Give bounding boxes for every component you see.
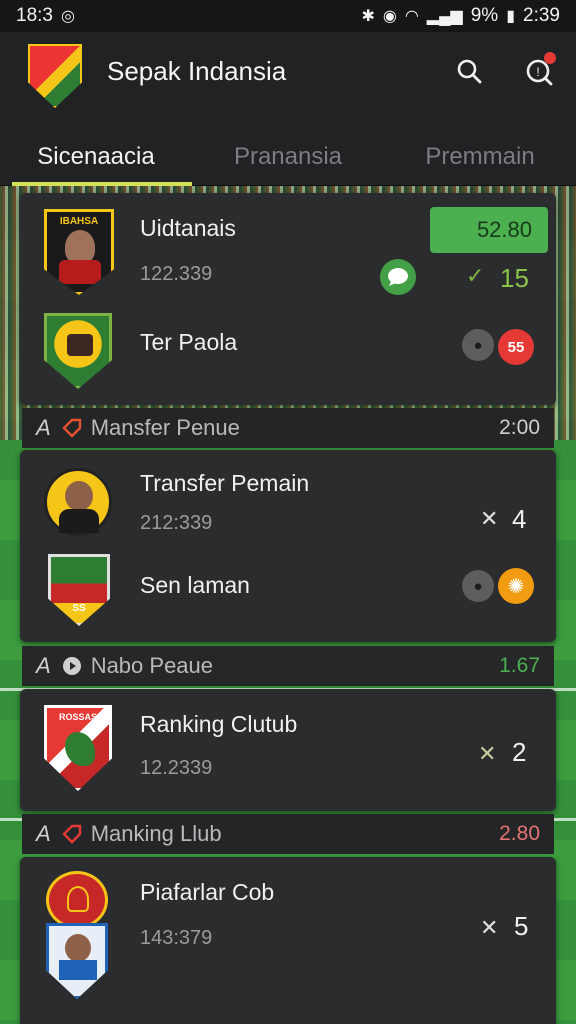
app-header: Sepak Indansia ! Sicenaacia Pranansia Pr… [0,32,576,186]
battery-icon: ▮ [506,8,516,25]
section-letter: A [36,821,51,846]
list-item[interactable]: Transfer Pemain 212:339 ✕ 4 [20,450,556,548]
club-crest [46,871,108,929]
player-shirt [59,509,99,533]
status-time-right: 2:39 [523,5,560,26]
list-item[interactable]: IBAHSA Uidtanais 122.339 52.80 ✓ 15 [20,193,556,303]
score-value: 5 [514,911,529,941]
club-name: Ranking Clutub [140,711,298,737]
club-crest: SS [48,554,110,626]
club-stat: 122.339 [140,263,213,285]
wifi-icon: ◠ [404,8,419,25]
versus-icon: ✕ [480,915,499,940]
section-value: 1.67 [499,654,540,677]
section-letter: A [36,415,51,440]
score-value: 2 [512,737,527,767]
score-value: 4 [512,504,527,534]
club-name: Sen laman [140,572,250,598]
tab-pranansia[interactable]: Pranansia [192,128,384,186]
section-title: Manking Llub [90,821,222,846]
transfer-card[interactable]: Transfer Pemain 212:339 ✕ 4 SS Sen laman… [20,450,556,642]
bluetooth-icon: ✱ [361,8,375,25]
section-title: Mansfer Penue [90,415,240,440]
list-item[interactable]: Ter Paola ● 55 [20,303,556,405]
odds-badge[interactable]: 52.80 [430,207,548,253]
status-time-left: 18:3 [16,5,53,26]
app-title: Sepak Indansia [107,56,287,86]
player-stat: 212:339 [140,512,213,534]
chat-icon[interactable] [380,259,416,295]
notification-icon[interactable]: ! [522,52,556,88]
crest-text: ROSSAS [58,712,97,722]
section-header[interactable]: A Manking Llub 2.80 [22,814,554,854]
points-badge: 55 [498,329,534,365]
tag-icon [61,823,83,845]
versus-icon: ✕ [478,741,497,766]
app-logo [28,44,82,108]
player-shirt [59,960,97,980]
app-notification-icon: ◎ [60,8,75,25]
player-avatar [44,468,112,536]
section-header[interactable]: A Nabo Peaue 1.67 [22,646,554,686]
ranking-card[interactable]: ROSSAS Ranking Clutub 12.2339 ✕ 2 [20,689,556,811]
crest-emblem [67,334,93,356]
score-value: 15 [500,263,529,293]
player-face [65,934,91,962]
player-shirt [59,260,101,284]
list-item[interactable]: SS Sen laman ● ✺ [20,548,556,642]
club-name: Uidtanais [140,215,236,241]
club-stat: 12.2339 [140,757,213,779]
crest-emblem [67,886,89,912]
list-item[interactable]: ROSSAS Ranking Clutub 12.2339 ✕ 2 [20,689,556,811]
player-face [65,481,93,511]
club-crest: IBAHSA [44,209,114,295]
player-name: Transfer Pemain [140,470,310,496]
tab-sicenaacia[interactable]: Sicenaacia [0,128,192,186]
tab-bar: Sicenaacia Pranansia Premmain [0,128,576,186]
player-photo [65,230,95,264]
crest-text: SS [72,603,86,614]
signal-icon: ▂▄▆ [426,8,463,25]
battery-percent: 9% [470,5,499,26]
club-name: Ter Paola [140,329,238,355]
dnd-icon: ◉ [382,8,397,25]
section-header[interactable]: A Mansfer Penue 2:00 [22,408,554,448]
tag-icon [61,417,83,439]
neutral-status-icon: ● [462,570,494,602]
search-icon[interactable] [452,54,486,88]
neutral-status-icon: ● [462,329,494,361]
star-burst-icon: ✺ [498,568,534,604]
tab-premmain[interactable]: Premmain [384,128,576,186]
crest-emblem [65,732,95,766]
club-crest: ROSSAS [44,705,112,791]
versus-icon: ✕ [480,506,499,531]
club-card[interactable]: Piafarlar Cob 143:379 ✕ 5 [20,857,556,1024]
svg-text:!: ! [536,65,539,79]
list-item[interactable]: Piafarlar Cob 143:379 ✕ 5 [20,857,556,1024]
club-crest [44,313,112,389]
section-value: 2.80 [499,822,540,845]
crest-text: IBAHSA [59,216,99,227]
section-value: 2:00 [499,416,540,439]
play-icon [61,655,83,677]
trend-up-icon: ✓ [466,263,485,288]
club-name: Piafarlar Cob [140,879,275,905]
notification-badge [544,52,556,64]
section-letter: A [36,653,51,678]
match-card[interactable]: IBAHSA Uidtanais 122.339 52.80 ✓ 15 Ter … [20,193,556,405]
club-stat: 143:379 [140,927,213,949]
player-crest [46,923,108,999]
status-bar: 18:3 ◎ ✱ ◉ ◠ ▂▄▆ 9% ▮ 2:39 [0,0,576,32]
section-title: Nabo Peaue [90,653,214,678]
